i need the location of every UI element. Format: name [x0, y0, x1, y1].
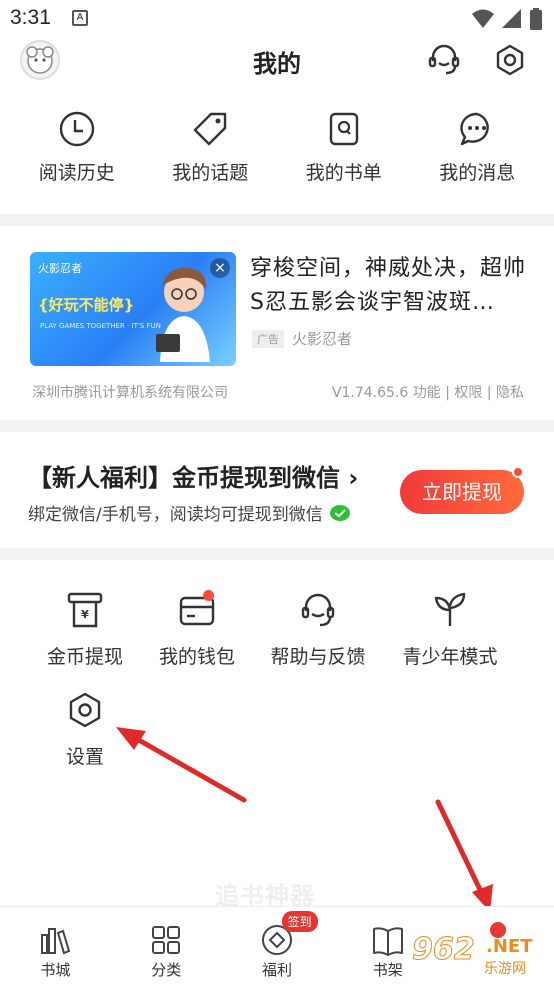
status-bar: 3:31 A [0, 0, 554, 36]
book-icon [372, 927, 403, 956]
withdraw-promo[interactable]: 【新人福利】金币提现到微信 › 绑定微信/手机号，阅读均可提现到微信 立即提现 [0, 432, 554, 548]
logo-net: .NET [486, 936, 533, 957]
ad-image-subtext: PLAY GAMES TOGETHER · IT'S FUN [40, 322, 161, 330]
ad-company: 深圳市腾讯计算机系统有限公司 [32, 385, 228, 401]
quick-item-label: 我的消息 [439, 162, 516, 184]
coin-withdraw-icon: ¥ [67, 592, 103, 628]
settings-hex-icon [69, 692, 101, 728]
tab-welfare[interactable]: 福利 签到 [222, 907, 333, 984]
tool-label: 帮助与反馈 [270, 646, 366, 668]
arrow-to-settings [127, 732, 247, 803]
quick-item-label: 我的书单 [305, 162, 382, 184]
status-icons [472, 8, 542, 30]
tool-help-feedback[interactable]: 帮助与反馈 [258, 590, 378, 669]
grid-icon [152, 926, 181, 954]
tool-label: 金币提现 [46, 646, 123, 668]
message-icon [460, 112, 490, 146]
tag-icon [194, 112, 227, 146]
notification-icon: A [72, 10, 88, 26]
tab-label: 书城 [40, 961, 71, 979]
settings-icon[interactable] [492, 42, 528, 78]
tab-category[interactable]: 分类 [111, 907, 222, 984]
promo-title[interactable]: 【新人福利】金币提现到微信 › [28, 458, 358, 493]
ad-meta: 广告 火影忍者 [252, 328, 352, 349]
quick-item-label: 我的话题 [172, 162, 249, 184]
quick-actions: 阅读历史 我的话题 我的书单 我的消息 [0, 110, 554, 200]
ad-close-button[interactable]: × [210, 258, 230, 278]
divider [0, 548, 554, 560]
promo-subtitle-text: 绑定微信/手机号，阅读均可提现到微信 [28, 505, 323, 525]
page-title: 我的 [253, 50, 301, 78]
logo-cn: 乐游网 [484, 961, 526, 977]
tab-bookstore[interactable]: 书城 [0, 907, 111, 984]
tab-label: 福利 [261, 961, 292, 979]
customer-service-icon[interactable] [426, 42, 462, 78]
tool-youth-mode[interactable]: 青少年模式 [390, 590, 510, 669]
withdraw-now-button[interactable]: 立即提现 [400, 470, 524, 514]
quick-item-reading-history[interactable]: 阅读历史 [17, 110, 137, 200]
ad-image-slogan: {好玩不能停} [38, 296, 135, 314]
tool-label: 我的钱包 [158, 646, 235, 668]
arrow-to-profile-tab [435, 799, 487, 901]
quick-item-label: 阅读历史 [38, 162, 115, 184]
booklist-icon [329, 112, 358, 146]
header: 我的 [0, 36, 554, 88]
tool-settings[interactable]: 设置 [25, 690, 145, 769]
logo-962: 962 [412, 932, 476, 968]
bookstore-icon [41, 928, 71, 955]
ad-image[interactable]: 火影忍者 {好玩不能停} PLAY GAMES TOGETHER · IT'S … [30, 252, 236, 366]
tool-coin-withdraw[interactable]: ¥ 金币提现 [25, 590, 145, 669]
clock-icon [59, 111, 94, 147]
ad-version-links[interactable]: V1.74.65.6 功能 | 权限 | 隐私 [332, 382, 524, 402]
signal-icon [502, 9, 521, 28]
ad-title[interactable]: 穿梭空间，神威处决，超帅S忍五影会谈宇智波斑… [250, 252, 540, 320]
ad-image-brand: 火影忍者 [38, 262, 82, 275]
ad-tag: 广告 [252, 329, 284, 348]
promo-notification-dot [512, 466, 524, 478]
divider [0, 420, 554, 432]
status-time: 3:31 [10, 6, 51, 29]
wechat-icon [329, 504, 350, 521]
quick-item-my-booklist[interactable]: 我的书单 [284, 110, 404, 200]
tool-label: 设置 [65, 746, 104, 768]
promo-subtitle: 绑定微信/手机号，阅读均可提现到微信 [28, 500, 351, 525]
sprout-icon [434, 592, 466, 626]
ad-card[interactable]: 火影忍者 {好玩不能停} PLAY GAMES TOGETHER · IT'S … [0, 228, 554, 420]
wifi-icon [472, 9, 494, 28]
site-watermark-logo: 962 .NET 乐游网 [408, 932, 548, 980]
tool-label: 青少年模式 [402, 646, 498, 668]
tool-my-wallet[interactable]: 我的钱包 [137, 590, 257, 669]
checkin-badge: 签到 [281, 911, 318, 932]
quick-item-my-messages[interactable]: 我的消息 [417, 110, 537, 200]
quick-item-my-topics[interactable]: 我的话题 [150, 110, 270, 200]
tab-label: 书架 [372, 961, 403, 979]
headset-icon [301, 593, 335, 627]
divider [0, 214, 554, 226]
character-illustration [156, 267, 210, 362]
ad-brand: 火影忍者 [292, 330, 353, 348]
svg-text:¥: ¥ [81, 608, 89, 621]
wallet-notification-dot [203, 590, 214, 601]
battery-icon [530, 8, 542, 30]
tab-label: 分类 [151, 961, 182, 979]
